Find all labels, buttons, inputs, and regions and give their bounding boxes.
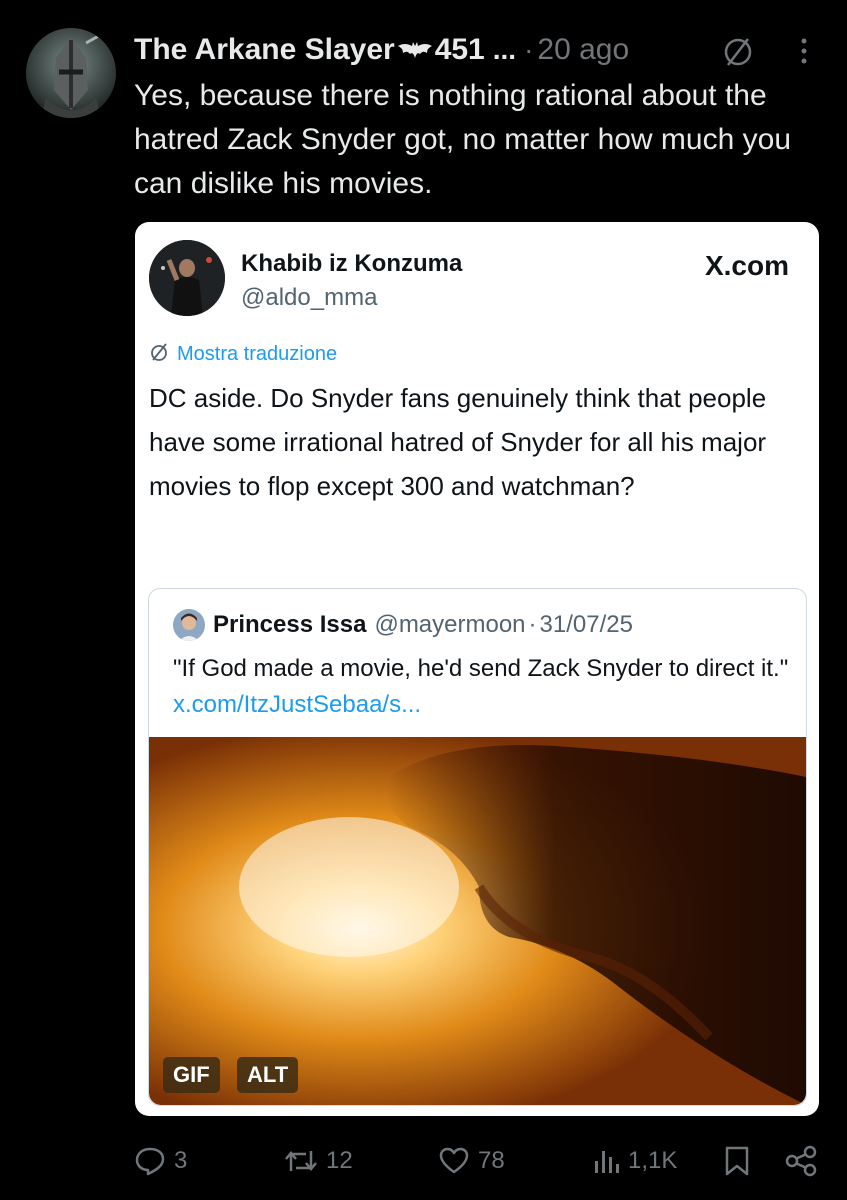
nested-quote-card[interactable]: Princess Issa @mayermoon · 31/07/25 "If … bbox=[148, 588, 807, 1106]
repost-button[interactable]: 12 bbox=[284, 1136, 353, 1186]
nested-author-name[interactable]: Princess Issa bbox=[213, 611, 366, 639]
share-button[interactable] bbox=[784, 1136, 818, 1186]
nested-post-date: 31/07/25 bbox=[539, 611, 633, 638]
quoted-post-text: DC aside. Do Snyder fans genuinely think… bbox=[149, 383, 767, 501]
nested-author-handle[interactable]: @mayermoon bbox=[374, 611, 525, 639]
quoted-author-name[interactable]: Khabib iz Konzuma bbox=[241, 250, 462, 278]
repost-icon bbox=[284, 1145, 318, 1177]
author-badge-number: 451 bbox=[434, 33, 485, 66]
author-avatar[interactable] bbox=[26, 28, 116, 118]
nested-post-body: "If God made a movie, he'd send Zack Sny… bbox=[173, 655, 789, 682]
nested-post-text: "If God made a movie, he'd send Zack Sny… bbox=[173, 651, 793, 723]
views-count: 1,1K bbox=[628, 1147, 678, 1174]
translate-icon bbox=[149, 342, 169, 367]
reply-button[interactable]: 3 bbox=[134, 1136, 187, 1186]
translate-row[interactable]: Mostra traduzione bbox=[149, 342, 337, 367]
author-name[interactable]: The Arkane Slayer bbox=[134, 33, 395, 67]
quoted-author-handle[interactable]: @aldo_mma bbox=[241, 284, 377, 312]
post-timestamp[interactable]: 20 ago bbox=[537, 33, 629, 67]
reply-icon bbox=[134, 1145, 166, 1177]
bookmark-button[interactable] bbox=[722, 1136, 752, 1186]
source-label: X.com bbox=[704, 250, 789, 281]
nested-author-avatar[interactable] bbox=[173, 609, 205, 641]
translate-link[interactable]: Mostra traduzione bbox=[177, 343, 337, 366]
name-truncation: ... bbox=[492, 34, 517, 65]
separator-dot: · bbox=[524, 34, 534, 65]
post-header: The Arkane Slayer 451 ... · 20 ago bbox=[134, 30, 824, 70]
bookmark-icon bbox=[722, 1145, 752, 1177]
action-bar: 3 12 78 1,1K bbox=[0, 1136, 847, 1186]
views-button[interactable]: 1,1K bbox=[592, 1136, 677, 1186]
nested-post-link[interactable]: x.com/ItzJustSebaa/s... bbox=[173, 691, 421, 718]
quoted-post-card[interactable]: Khabib iz Konzuma @aldo_mma X.com Mostra… bbox=[135, 222, 819, 1116]
like-button[interactable]: 78 bbox=[438, 1136, 505, 1186]
gif-media[interactable]: GIF ALT bbox=[149, 737, 806, 1105]
gif-badge: GIF bbox=[163, 1057, 220, 1093]
translate-icon[interactable] bbox=[720, 33, 756, 69]
views-icon bbox=[592, 1145, 620, 1177]
separator-dot: · bbox=[528, 611, 537, 638]
alt-badge[interactable]: ALT bbox=[237, 1057, 299, 1093]
reply-count: 3 bbox=[174, 1147, 188, 1174]
post: The Arkane Slayer 451 ... · 20 ago Yes, … bbox=[0, 0, 847, 1200]
like-icon bbox=[438, 1145, 470, 1177]
post-text: Yes, because there is nothing rational a… bbox=[134, 79, 791, 200]
more-icon[interactable] bbox=[794, 36, 814, 66]
nested-quote-header: Princess Issa @mayermoon · 31/07/25 bbox=[173, 609, 633, 641]
repost-count: 12 bbox=[326, 1147, 353, 1174]
like-count: 78 bbox=[478, 1147, 505, 1174]
bat-icon bbox=[397, 40, 433, 60]
quoted-author-avatar[interactable] bbox=[149, 240, 225, 316]
share-icon bbox=[784, 1145, 818, 1177]
